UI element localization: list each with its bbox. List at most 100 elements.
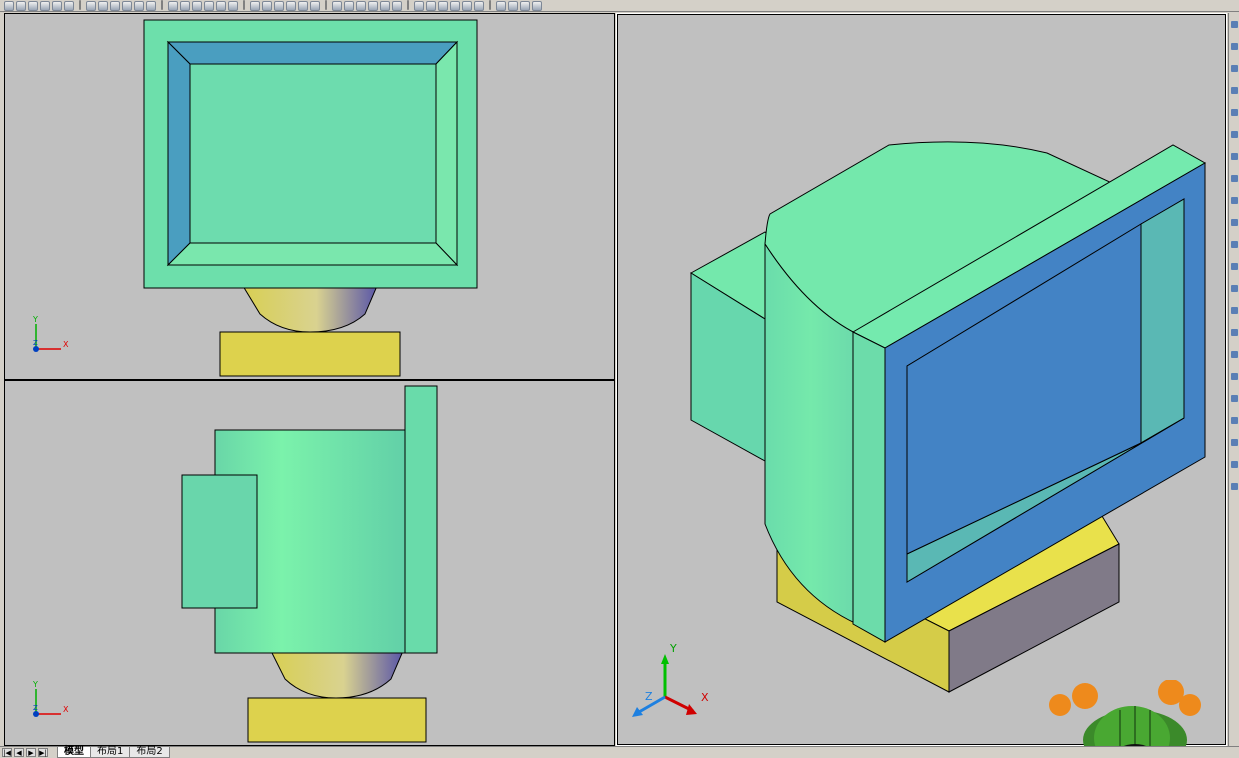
monitor-neck [242, 285, 378, 333]
toolbar-separator [325, 0, 327, 10]
view-sw-iso-button[interactable] [474, 1, 484, 11]
tab-prev-button[interactable]: ◀ [14, 747, 24, 757]
view-right-button[interactable] [438, 1, 448, 11]
view-left-button[interactable] [426, 1, 436, 11]
ucs-z-label: Z [33, 704, 38, 712]
cylinder-button[interactable] [64, 1, 74, 11]
layout-tab-bar: |◀ ◀ ▶ ▶| 模型 布局1 布局2 [0, 746, 1239, 758]
toolbar [0, 0, 1239, 12]
wedge-button[interactable] [98, 1, 108, 11]
tab-list: 模型 布局1 布局2 [57, 746, 170, 758]
bezel-left [167, 40, 191, 267]
palette-tool-button[interactable] [1231, 21, 1238, 28]
palette-tool-button[interactable] [1231, 417, 1238, 424]
viewport-side[interactable]: Y X Z [4, 380, 615, 746]
palette-tool-button[interactable] [1231, 263, 1238, 270]
layout-tab[interactable]: 布局1 [90, 746, 131, 758]
shell-button[interactable] [368, 1, 378, 11]
palette-tool-button[interactable] [1231, 109, 1238, 116]
section-button[interactable] [168, 1, 178, 11]
viewport-top[interactable]: Y X Z [4, 13, 615, 380]
move-faces-button[interactable] [250, 1, 260, 11]
ucs-z-label: Z [33, 339, 38, 347]
palette-tool-button[interactable] [1231, 131, 1238, 138]
palette-tool-button[interactable] [1231, 351, 1238, 358]
view-top-button[interactable] [392, 1, 402, 11]
orbit-button[interactable] [532, 1, 542, 11]
ucs-x-label: X [63, 340, 69, 349]
interfere-button[interactable] [180, 1, 190, 11]
palette-tool-button[interactable] [1231, 307, 1238, 314]
view-bottom-button[interactable] [414, 1, 424, 11]
palette-tool-button[interactable] [1231, 329, 1238, 336]
separate-button[interactable] [356, 1, 366, 11]
monitor-neck [270, 650, 404, 699]
palette-tool-button[interactable] [1231, 483, 1238, 490]
offset-faces-button[interactable] [262, 1, 272, 11]
monitor-stand [219, 331, 401, 377]
viewport-isometric[interactable]: Y X Z [616, 13, 1227, 746]
delete-faces-button[interactable] [274, 1, 284, 11]
toolbar-separator [243, 0, 245, 10]
toolbar-separator [489, 0, 491, 10]
extrude-button[interactable] [122, 1, 132, 11]
monitor-stand [247, 697, 427, 743]
view-back-button[interactable] [462, 1, 472, 11]
palette-tool-button[interactable] [1231, 461, 1238, 468]
ucs-y-label: Y [32, 680, 38, 689]
palette-tool-button[interactable] [1231, 153, 1238, 160]
sphere-button[interactable] [52, 1, 62, 11]
copy-faces-button[interactable] [310, 1, 320, 11]
palette-tool-button[interactable] [1231, 285, 1238, 292]
palette-tool-button[interactable] [1231, 241, 1238, 248]
toolbar-separator [407, 0, 409, 10]
tab-next-button[interactable]: ▶ [26, 747, 36, 757]
cone-button[interactable] [40, 1, 50, 11]
monitor-back-box [181, 474, 258, 609]
check-button[interactable] [380, 1, 390, 11]
torus-button[interactable] [86, 1, 96, 11]
ucs-z-label: Z [645, 690, 653, 703]
side-view-drawing: Y X Z [32, 385, 438, 743]
bezel-top [166, 41, 459, 65]
rotate-faces-button[interactable] [286, 1, 296, 11]
imprint-button[interactable] [344, 1, 354, 11]
color-faces-button[interactable] [332, 1, 342, 11]
open-button[interactable] [16, 1, 26, 11]
taper-faces-button[interactable] [298, 1, 308, 11]
intersect-button[interactable] [216, 1, 226, 11]
palette-tool-button[interactable] [1231, 439, 1238, 446]
frame-left [852, 331, 886, 643]
save-button[interactable] [28, 1, 38, 11]
box-button[interactable] [110, 1, 120, 11]
palette-tool-button[interactable] [1231, 65, 1238, 72]
ucs-icon: Y X Z [32, 315, 69, 352]
palette-tool-button[interactable] [1231, 175, 1238, 182]
layout-tab[interactable]: 布局2 [129, 746, 170, 758]
view-front-button[interactable] [450, 1, 460, 11]
palette-tool-button[interactable] [1231, 219, 1238, 226]
ucs-icon: Y X Z [32, 680, 69, 717]
palette-tool-button[interactable] [1231, 373, 1238, 380]
iso-view-drawing: Y X Z [632, 141, 1207, 717]
palette-tool-button[interactable] [1231, 43, 1238, 50]
palette-tool-button[interactable] [1231, 197, 1238, 204]
tab-last-button[interactable]: ▶| [38, 747, 48, 757]
revolve-button[interactable] [134, 1, 144, 11]
palette-tool-button[interactable] [1231, 87, 1238, 94]
union-button[interactable] [192, 1, 202, 11]
view-se-iso-button[interactable] [496, 1, 506, 11]
bezel-right [435, 40, 458, 267]
ucs-icon: Y X Z [632, 642, 709, 717]
tab-first-button[interactable]: |◀ [2, 747, 12, 757]
subtract-button[interactable] [204, 1, 214, 11]
new-button[interactable] [4, 1, 14, 11]
render-button[interactable] [520, 1, 530, 11]
layout-tab[interactable]: 模型 [57, 746, 91, 758]
palette-tool-button[interactable] [1231, 395, 1238, 402]
screen-face [189, 63, 437, 244]
slice-button[interactable] [146, 1, 156, 11]
ucs-x-label: X [63, 705, 69, 714]
extrude-faces-button[interactable] [228, 1, 238, 11]
shade-button[interactable] [508, 1, 518, 11]
